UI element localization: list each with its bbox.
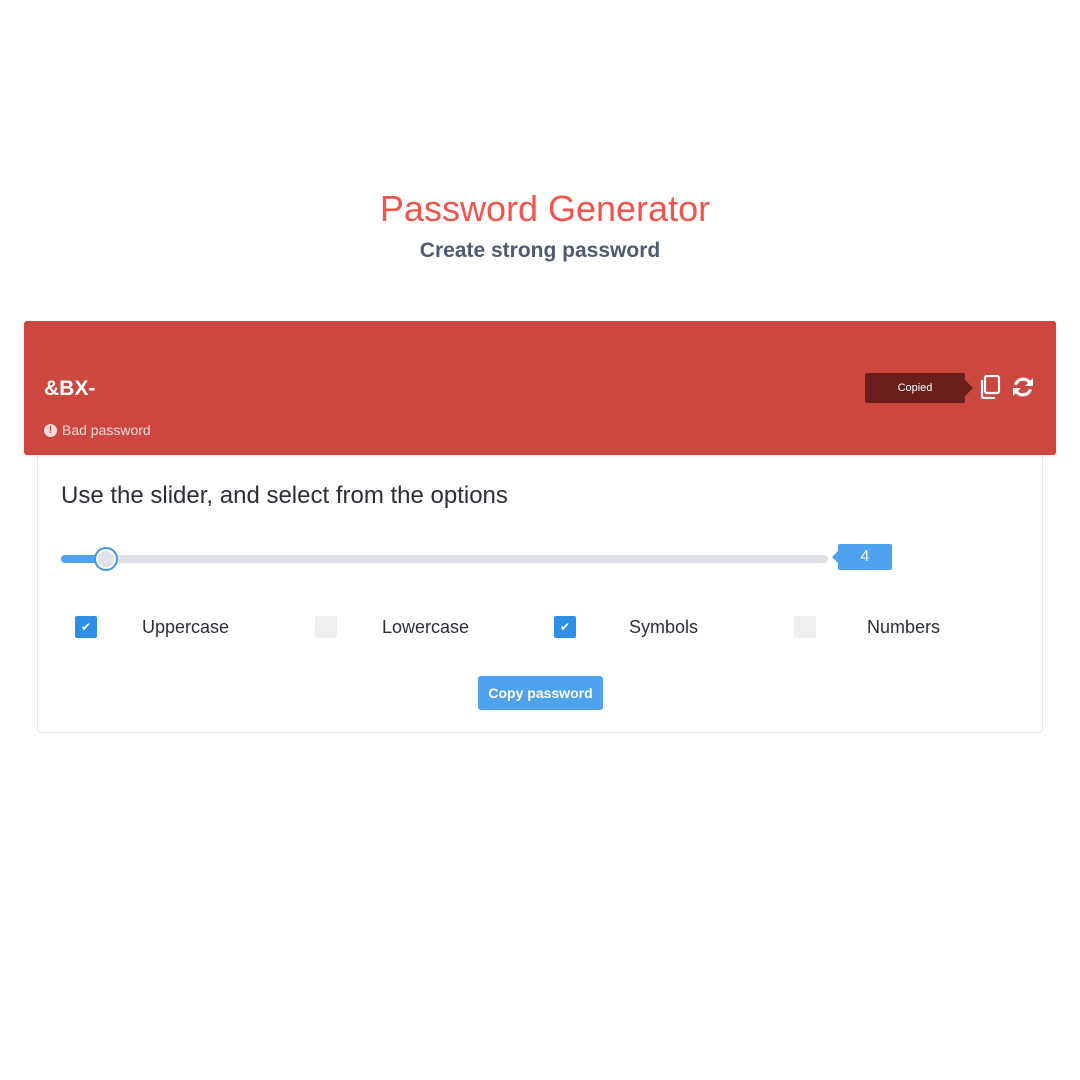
- numbers-checkbox[interactable]: [794, 616, 816, 638]
- lowercase-label[interactable]: Lowercase: [382, 617, 469, 638]
- option-symbols[interactable]: ✔ Symbols: [554, 615, 698, 639]
- symbols-checkbox[interactable]: ✔: [554, 616, 576, 638]
- password-strength: ! Bad password: [44, 421, 151, 439]
- page-title: Password Generator: [379, 188, 711, 229]
- copy-password-button[interactable]: Copy password: [478, 676, 603, 710]
- symbols-label[interactable]: Symbols: [629, 617, 698, 638]
- page: Password Generator Create strong passwor…: [0, 0, 1080, 1080]
- length-slider-thumb[interactable]: [94, 547, 118, 571]
- uppercase-checkbox[interactable]: ✔: [75, 616, 97, 638]
- generated-password: &BX-: [44, 377, 96, 400]
- check-icon: ✔: [80, 620, 92, 634]
- copy-icon[interactable]: [979, 375, 1001, 399]
- refresh-icon[interactable]: [1011, 375, 1035, 399]
- length-value-badge: 4: [832, 544, 892, 570]
- page-subtitle: Create strong password: [419, 239, 661, 262]
- option-uppercase[interactable]: ✔ Uppercase: [75, 615, 229, 639]
- option-lowercase[interactable]: Lowercase: [315, 615, 469, 639]
- password-strength-label: Bad password: [62, 422, 151, 438]
- password-result-panel: &BX- ! Bad password Copied: [24, 321, 1056, 455]
- instructions-text: Use the slider, and select from the opti…: [61, 482, 508, 509]
- numbers-label[interactable]: Numbers: [867, 617, 940, 638]
- copied-tooltip: Copied: [865, 373, 973, 403]
- check-icon: ✔: [559, 620, 571, 634]
- lowercase-checkbox[interactable]: [315, 616, 337, 638]
- option-numbers[interactable]: Numbers: [794, 615, 940, 639]
- exclamation-circle-icon: !: [44, 423, 57, 437]
- length-slider-track[interactable]: [61, 555, 828, 563]
- uppercase-label[interactable]: Uppercase: [142, 617, 229, 638]
- options-card: Use the slider, and select from the opti…: [37, 455, 1043, 733]
